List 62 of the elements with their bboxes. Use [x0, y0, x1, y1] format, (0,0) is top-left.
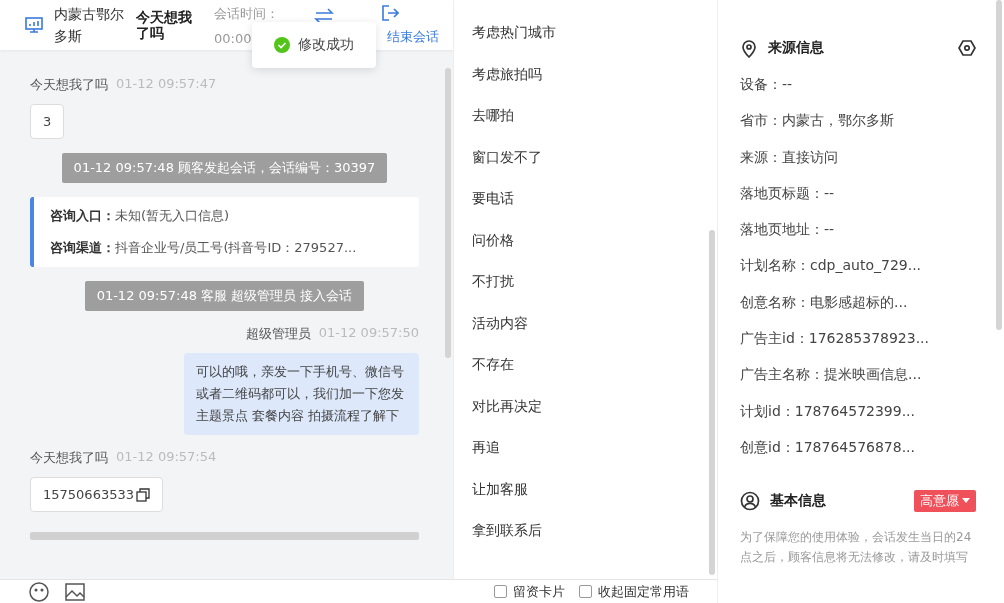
swap-icon[interactable] [314, 8, 334, 24]
system-message: 01-12 09:57:48 顾客发起会话，会话编号：30397 [61, 153, 388, 183]
check-circle-icon [274, 37, 290, 53]
phrase-item[interactable]: 去哪拍 [472, 107, 514, 123]
phrase-item[interactable]: 不存在 [472, 356, 514, 372]
intent-tag[interactable]: 高意愿 [914, 490, 976, 513]
info-field: 广告主id：176285378923... [740, 330, 929, 347]
success-toast: 修改成功 [252, 22, 376, 68]
message-time: 01-12 09:57:50 [318, 325, 419, 342]
time-label: 会话时间： [214, 4, 279, 23]
checkbox-label: 留资卡片 [513, 582, 565, 601]
checkbox[interactable] [494, 585, 507, 598]
end-session-button[interactable]: 结束会话 [381, 4, 439, 46]
message-bubble: 可以的哦，亲发一下手机号、微信号或者二维码都可以，我们加一下您发主题景点 套餐内容 拍摄流程了解下 [184, 353, 419, 435]
copy-icon[interactable] [136, 487, 150, 502]
emoji-icon[interactable] [28, 580, 50, 603]
sender-name: 今天想我了吗 [30, 449, 108, 467]
caret-icon [962, 498, 970, 505]
info-field: 落地页标题：-- [740, 184, 835, 201]
phrase-item[interactable]: 考虑旅拍吗 [472, 65, 542, 82]
message-time: 01-12 09:57:54 [116, 449, 217, 466]
info-field: 来源：直接访问 [740, 148, 838, 165]
section-title: 基本信息 [770, 492, 827, 511]
info-field: 省市：内蒙古，鄂尔多斯 [740, 112, 894, 129]
phrase-item[interactable]: 问价格 [472, 231, 514, 248]
phrase-item[interactable]: 对比再决定 [472, 397, 542, 414]
sender-name: 今天想我了吗 [30, 76, 108, 94]
hint-text: 为了保障您的使用体验，会话发生当日的24点之后，顾客信息将无法修改，请及时填写 [740, 529, 973, 567]
phrase-item[interactable]: 不打扰 [472, 273, 514, 289]
info-field: 创意名称：电影感超标的... [740, 293, 908, 310]
info-row-text: 咨询渠道：抖音企业号/员工号(抖音号ID：279527... [50, 239, 358, 257]
customer-name: 今天想我了吗 [136, 9, 193, 41]
section-title: 来源信息 [768, 39, 825, 57]
phrase-item[interactable]: 活动内容 [472, 314, 528, 331]
location-text: 内蒙古鄂尔多斯 [54, 5, 125, 46]
system-message: 01-12 09:57:48 客服 超级管理员 接入会话 [84, 281, 365, 311]
info-field: 计划名称：cdp_auto_729... [740, 257, 922, 274]
phrase-item[interactable]: 再追 [472, 439, 500, 455]
exit-icon [381, 4, 399, 22]
info-field: 广告主名称：提米映画信息... [740, 366, 922, 383]
image-icon[interactable] [64, 580, 86, 603]
checkbox-label: 收起固定常用语 [598, 582, 689, 601]
monitor-icon [24, 15, 44, 35]
checkbox[interactable] [579, 585, 592, 598]
info-field: 设备：-- [740, 76, 793, 92]
message-time: 01-12 09:57:47 [116, 76, 217, 93]
info-field: 计划id：178764572399... [740, 402, 915, 419]
user-icon [740, 491, 760, 512]
message-bubble: 3 [30, 104, 65, 139]
info-row-text: 咨询入口：未知(暂无入口信息) [50, 207, 231, 225]
phrase-item[interactable]: 考虑热门城市 [472, 24, 556, 40]
phrase-item[interactable]: 拿到联系后 [472, 522, 542, 538]
info-field: 创意id：178764576878... [740, 438, 915, 455]
message-bubble: 15750663533 [30, 477, 163, 512]
phrase-item[interactable]: 要电话 [472, 190, 514, 206]
phrase-item[interactable]: 让加客服 [472, 480, 528, 497]
location-pin-icon [740, 38, 758, 58]
info-field: 落地页地址：-- [740, 221, 835, 238]
phrase-item[interactable]: 窗口发不了 [472, 148, 542, 165]
sender-name: 超级管理员 [245, 325, 311, 343]
time-value: 00:00 [214, 30, 252, 46]
settings-icon[interactable] [958, 39, 976, 57]
